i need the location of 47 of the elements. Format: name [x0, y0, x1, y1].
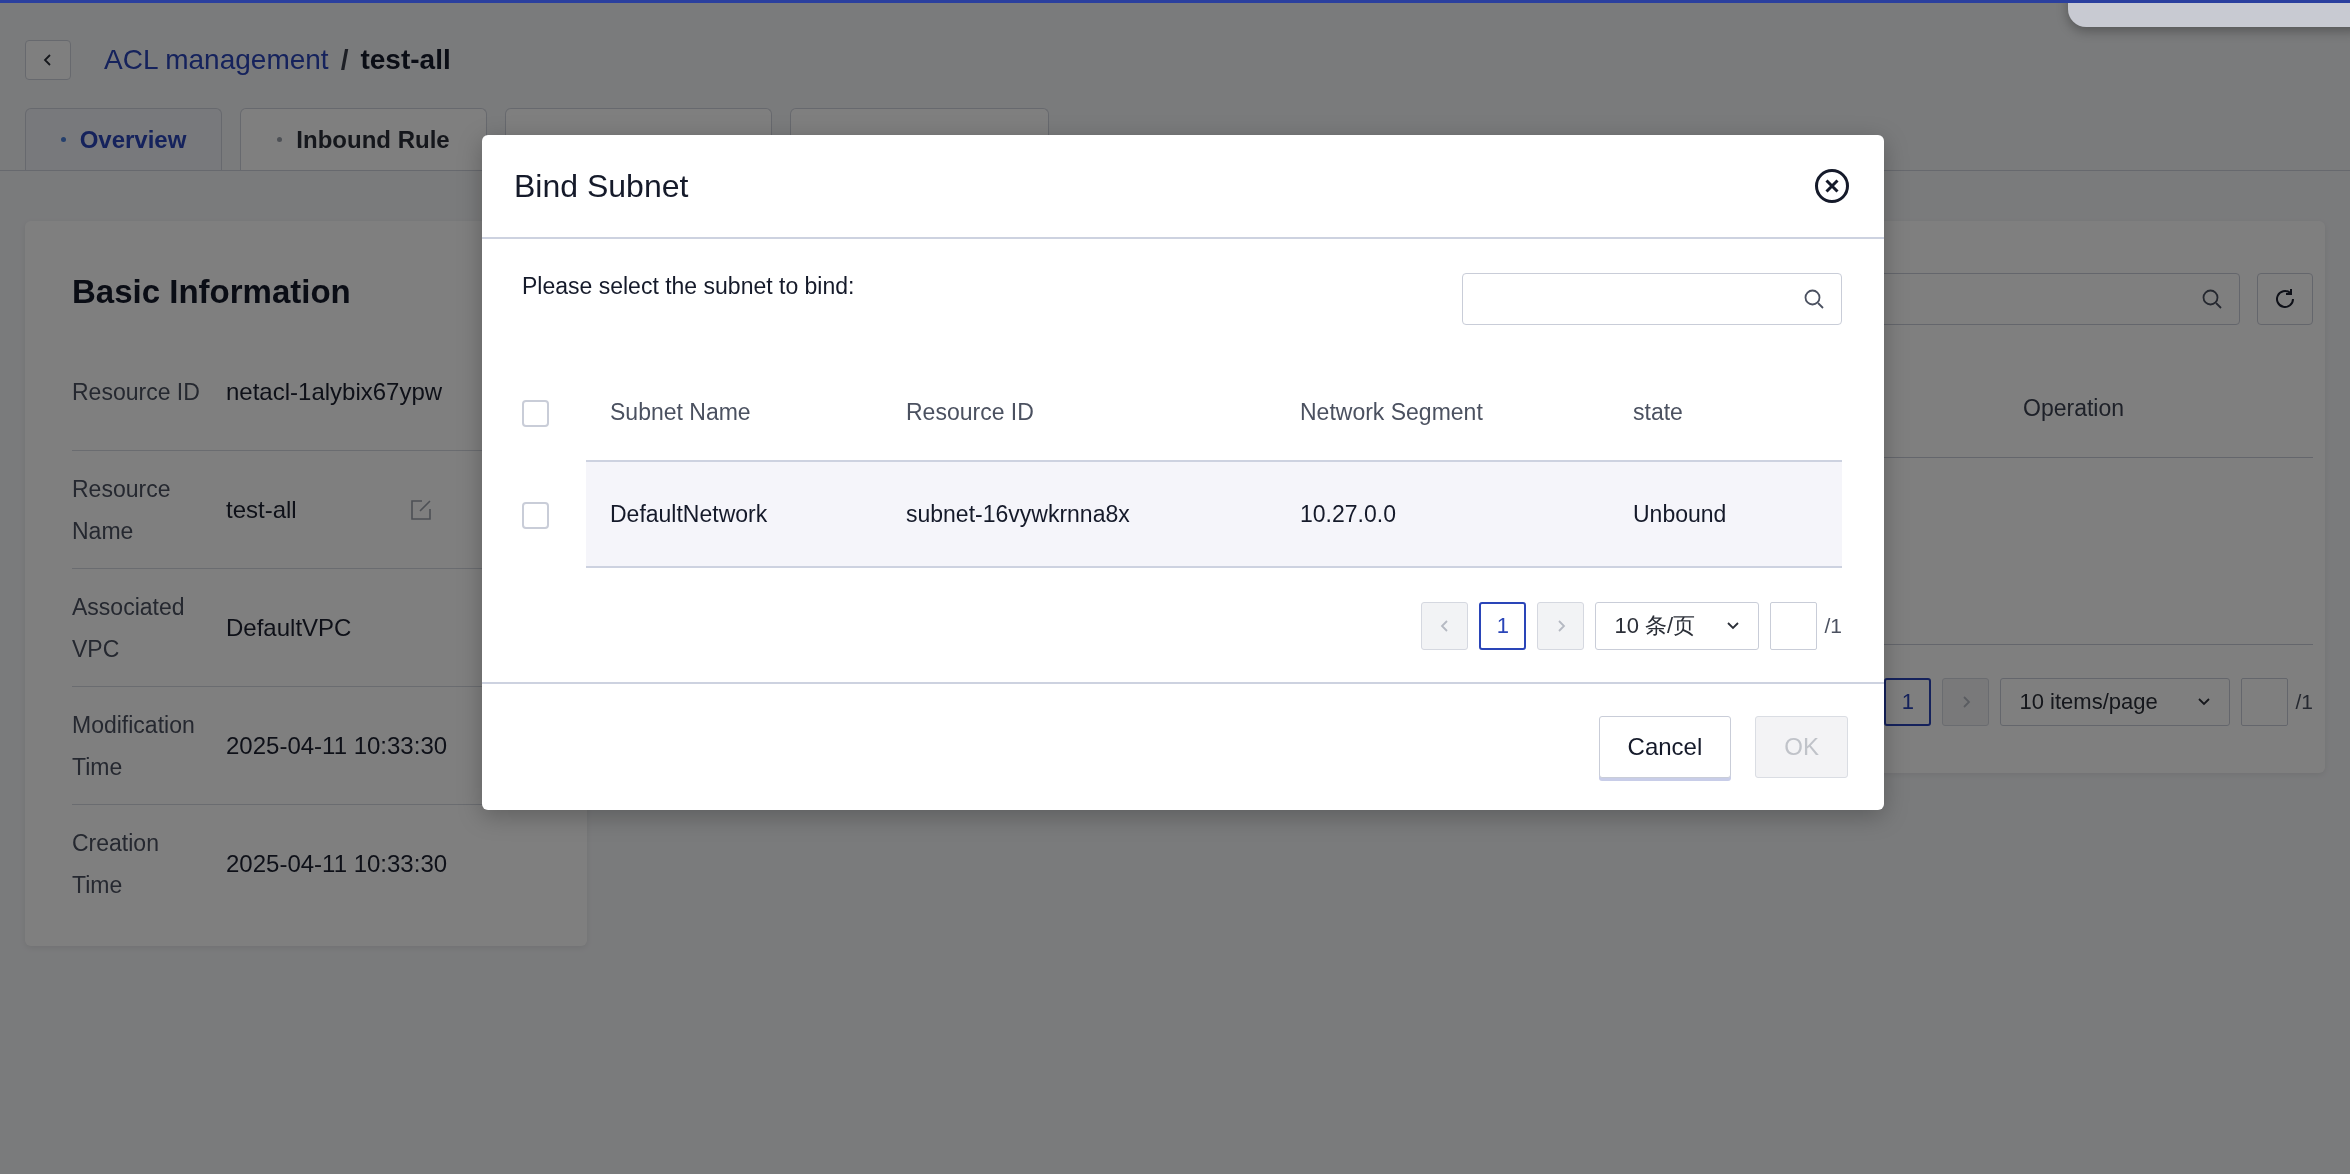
- table-row[interactable]: DefaultNetwork subnet-16vywkrnna8x 10.27.0.0 Unbound: [586, 462, 1842, 568]
- search-icon: [1803, 288, 1825, 310]
- breadcrumb-current: test-all: [360, 44, 451, 76]
- field-value: test-all: [226, 495, 298, 524]
- field-label: Creation Time: [72, 828, 160, 900]
- page-size-select[interactable]: 10 items/page: [2000, 678, 2231, 726]
- field-value: 2025-04-11 10:33:30: [226, 731, 448, 760]
- table-cell-text: subnet-16vywkrnna8x: [905, 500, 1131, 528]
- column-header: Subnet Name: [609, 399, 752, 426]
- page-jump-input[interactable]: [1770, 602, 1818, 650]
- field-value: netacl-1alybix67ypw: [226, 377, 443, 406]
- dialog-title: Bind Subnet: [514, 167, 689, 205]
- column-header: Operation: [2023, 394, 2125, 422]
- page-button[interactable]: 1: [1884, 678, 1932, 726]
- page-total: /1: [2295, 690, 2313, 714]
- field-value: 2025-04-11 10:33:30: [226, 849, 448, 878]
- search-icon: [2201, 288, 2223, 310]
- refresh-button[interactable]: [2257, 273, 2313, 325]
- table-cell-text: DefaultNetwork: [609, 500, 769, 528]
- page-button[interactable]: 1: [1479, 602, 1527, 650]
- page-jump-input[interactable]: [2241, 678, 2289, 726]
- field-label: Associated VPC: [72, 592, 186, 664]
- page-size-select[interactable]: 10 条/页: [1595, 602, 1760, 650]
- breadcrumb-link[interactable]: ACL management: [104, 44, 329, 76]
- column-header: Resource ID: [905, 399, 1035, 426]
- dialog-prompt: Please select the subnet to bind:: [522, 273, 855, 300]
- search-field[interactable]: [1462, 273, 1842, 325]
- refresh-icon: [2273, 287, 2297, 311]
- field-label: Resource Name: [72, 474, 172, 546]
- close-icon: [1814, 168, 1850, 204]
- edit-icon[interactable]: [410, 498, 432, 521]
- field-label: Resource ID: [72, 377, 201, 407]
- breadcrumb-separator: /: [340, 44, 349, 76]
- field-value: DefaultVPC: [226, 613, 353, 642]
- close-button[interactable]: [1814, 168, 1850, 204]
- tab[interactable]: Inbound Rule: [240, 108, 487, 170]
- field-label: Modification Time: [72, 710, 196, 782]
- column-header: state: [1632, 399, 1684, 426]
- dialog-button[interactable]: Cancel: [1598, 716, 1732, 778]
- row-checkbox[interactable]: [522, 501, 549, 529]
- tab[interactable]: Overview: [25, 108, 222, 170]
- select-all-checkbox[interactable]: [522, 400, 549, 427]
- back-button[interactable]: [25, 40, 71, 80]
- column-header: Network Segment: [1299, 399, 1484, 426]
- table-cell-text: Unbound: [1632, 500, 1728, 528]
- table-cell-text: 10.27.0.0: [1299, 500, 1397, 528]
- page-total: /1: [1824, 614, 1842, 638]
